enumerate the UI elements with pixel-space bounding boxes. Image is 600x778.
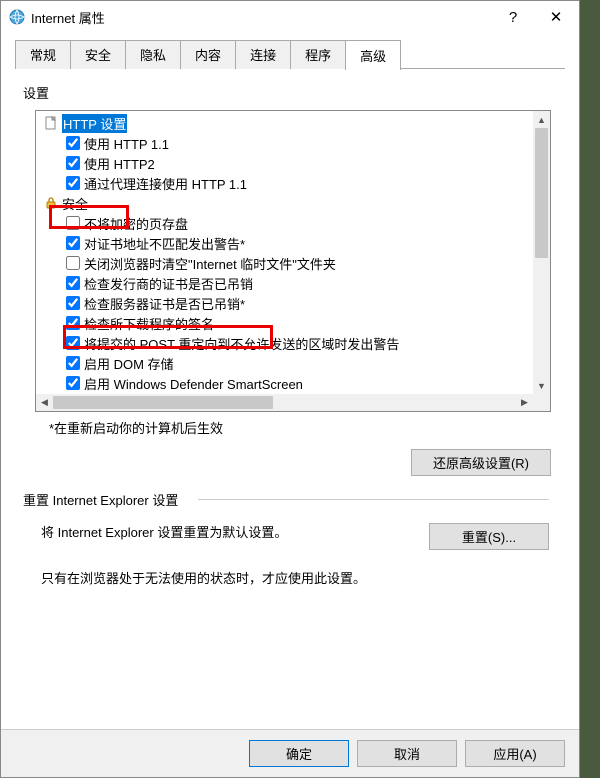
scroll-corner xyxy=(533,394,550,411)
horizontal-scrollbar[interactable]: ◀ ▶ xyxy=(36,394,533,411)
reset-button[interactable]: 重置(S)... xyxy=(429,523,549,550)
tree-item-label: HTTP 设置 xyxy=(62,114,127,133)
tab-strip: 常规 安全 隐私 内容 连接 程序 高级 xyxy=(15,43,565,69)
checkbox[interactable] xyxy=(66,336,80,350)
tree-item-label: 对证书地址不匹配发出警告* xyxy=(84,234,245,253)
apply-button[interactable]: 应用(A) xyxy=(465,740,565,767)
tab-privacy[interactable]: 隐私 xyxy=(125,40,181,69)
tree-item-label: 使用 HTTP 1.1 xyxy=(84,134,169,153)
settings-tree-body: HTTP 设置使用 HTTP 1.1使用 HTTP2通过代理连接使用 HTTP … xyxy=(36,111,533,394)
titlebar: Internet 属性 ? ✕ xyxy=(1,1,579,33)
tree-item: HTTP 设置 xyxy=(40,113,533,133)
checkbox[interactable] xyxy=(66,236,80,250)
scroll-track[interactable] xyxy=(533,128,550,377)
separator xyxy=(198,499,549,500)
ok-button[interactable]: 确定 xyxy=(249,740,349,767)
close-button[interactable]: ✕ xyxy=(533,1,579,33)
tab-connections[interactable]: 连接 xyxy=(235,40,291,69)
tab-advanced[interactable]: 高级 xyxy=(345,40,401,70)
tab-general[interactable]: 常规 xyxy=(15,40,71,69)
restore-advanced-button[interactable]: 还原高级设置(R) xyxy=(411,449,551,476)
tab-security[interactable]: 安全 xyxy=(70,40,126,69)
tab-content[interactable]: 内容 xyxy=(180,40,236,69)
hscroll-track[interactable] xyxy=(53,394,516,411)
scroll-thumb[interactable] xyxy=(535,128,548,258)
hscroll-thumb[interactable] xyxy=(53,396,273,409)
restart-note: *在重新启动你的计算机后生效 xyxy=(49,418,565,437)
tree-item[interactable]: 使用 HTTP 1.1 xyxy=(40,133,533,153)
tree-item-label: 检查服务器证书是否已吊销* xyxy=(84,294,245,313)
tree-item-label: 安全 xyxy=(62,194,88,213)
scroll-left-icon[interactable]: ◀ xyxy=(36,394,53,411)
tree-item-label: 检查所下载程序的签名 xyxy=(84,314,214,333)
tree-item-label: 关闭浏览器时清空"Internet 临时文件"文件夹 xyxy=(84,254,336,273)
tree-item[interactable]: 对证书地址不匹配发出警告* xyxy=(40,233,533,253)
tree-item-label: 启用 Windows Defender SmartScreen xyxy=(84,374,303,393)
tree-item[interactable]: 通过代理连接使用 HTTP 1.1 xyxy=(40,173,533,193)
tree-item-label: 不将加密的页存盘 xyxy=(84,214,188,233)
reset-description: 将 Internet Explorer 设置重置为默认设置。 xyxy=(41,523,413,543)
cancel-button[interactable]: 取消 xyxy=(357,740,457,767)
checkbox[interactable] xyxy=(66,216,80,230)
reset-section: 重置 Internet Explorer 设置 将 Internet Explo… xyxy=(23,490,555,587)
tree-item-label: 将提交的 POST 重定向到不允许发送的区域时发出警告 xyxy=(84,334,399,353)
checkbox[interactable] xyxy=(66,376,80,390)
tree-item-label: 使用 HTTP2 xyxy=(84,154,155,173)
client-area: 常规 安全 隐私 内容 连接 程序 高级 设置 HTTP 设置使用 HTTP 1… xyxy=(1,33,579,587)
scroll-up-icon[interactable]: ▲ xyxy=(533,111,550,128)
background-sliver xyxy=(580,0,600,778)
checkbox[interactable] xyxy=(66,136,80,150)
window-title: Internet 属性 xyxy=(31,8,493,27)
checkbox[interactable] xyxy=(66,296,80,310)
document-icon xyxy=(44,116,58,130)
help-button[interactable]: ? xyxy=(493,1,533,33)
vertical-scrollbar[interactable]: ▲ ▼ xyxy=(533,111,550,394)
tree-item[interactable]: 将提交的 POST 重定向到不允许发送的区域时发出警告 xyxy=(40,333,533,353)
checkbox[interactable] xyxy=(66,276,80,290)
reset-warning: 只有在浏览器处于无法使用的状态时，才应使用此设置。 xyxy=(41,568,555,587)
settings-group-label: 设置 xyxy=(23,83,565,102)
tree-item[interactable]: 启用 Windows Defender SmartScreen xyxy=(40,373,533,393)
tree-item[interactable]: 关闭浏览器时清空"Internet 临时文件"文件夹 xyxy=(40,253,533,273)
tree-item-label: 通过代理连接使用 HTTP 1.1 xyxy=(84,174,247,193)
tree-item[interactable]: 不将加密的页存盘 xyxy=(40,213,533,233)
tree-item[interactable]: 使用 HTTP2 xyxy=(40,153,533,173)
scroll-right-icon[interactable]: ▶ xyxy=(516,394,533,411)
tree-item[interactable]: 检查服务器证书是否已吊销* xyxy=(40,293,533,313)
tree-item[interactable]: 启用 DOM 存储 xyxy=(40,353,533,373)
lock-icon xyxy=(44,196,58,210)
dialog-button-bar: 确定 取消 应用(A) xyxy=(1,729,579,777)
checkbox[interactable] xyxy=(66,176,80,190)
window-controls: ? ✕ xyxy=(493,1,579,33)
tree-item-label: 启用 DOM 存储 xyxy=(84,354,174,373)
tree-item: 安全 xyxy=(40,193,533,213)
checkbox[interactable] xyxy=(66,256,80,270)
tab-programs[interactable]: 程序 xyxy=(290,40,346,69)
tree-item-label: 检查发行商的证书是否已吊销 xyxy=(84,274,253,293)
checkbox[interactable] xyxy=(66,356,80,370)
tree-item[interactable]: 检查所下载程序的签名 xyxy=(40,313,533,333)
checkbox[interactable] xyxy=(66,156,80,170)
checkbox[interactable] xyxy=(66,316,80,330)
tree-item[interactable]: 检查发行商的证书是否已吊销 xyxy=(40,273,533,293)
settings-tree: HTTP 设置使用 HTTP 1.1使用 HTTP2通过代理连接使用 HTTP … xyxy=(35,110,551,412)
scroll-down-icon[interactable]: ▼ xyxy=(533,377,550,394)
internet-properties-window: Internet 属性 ? ✕ 常规 安全 隐私 内容 连接 程序 高级 设置 … xyxy=(0,0,580,778)
internet-options-icon xyxy=(9,9,25,25)
